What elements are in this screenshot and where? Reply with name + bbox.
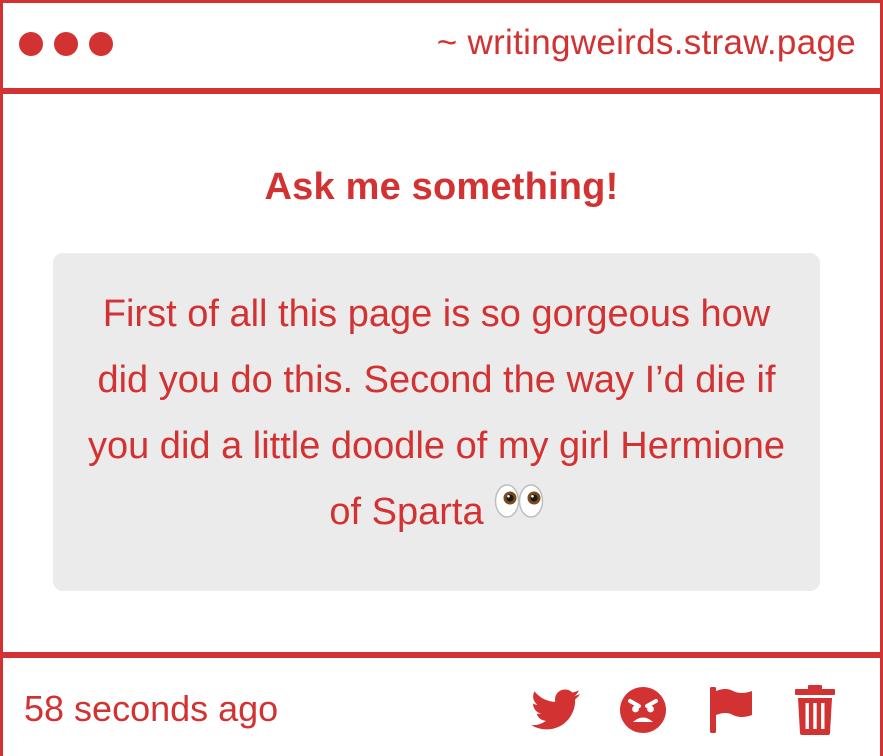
- main-content: Ask me something! First of all this page…: [3, 94, 880, 652]
- card-footer: 58 seconds ago: [3, 658, 880, 756]
- window-dots: [19, 32, 113, 56]
- question-body: First of all this page is so gorgeous ho…: [87, 293, 785, 533]
- trash-icon: [793, 684, 837, 736]
- window-dot: [19, 32, 43, 56]
- window-dot: [54, 32, 78, 56]
- twitter-icon: [531, 689, 581, 731]
- block-button[interactable]: [617, 684, 669, 736]
- delete-button[interactable]: [789, 684, 841, 736]
- eyes-emoji-icon: [494, 475, 544, 541]
- question-text: First of all this page is so gorgeous ho…: [79, 281, 794, 547]
- ask-card: ~ writingweirds.straw.page Ask me someth…: [0, 0, 883, 756]
- question-box: First of all this page is so gorgeous ho…: [53, 253, 820, 591]
- page-title: Ask me something!: [264, 166, 619, 208]
- window-dot: [89, 32, 113, 56]
- angry-face-icon: [619, 686, 667, 734]
- flag-icon: [706, 685, 756, 735]
- twitter-share-button[interactable]: [530, 684, 582, 736]
- timestamp: 58 seconds ago: [24, 688, 279, 729]
- report-button[interactable]: [705, 684, 757, 736]
- site-url[interactable]: ~ writingweirds.straw.page: [437, 23, 856, 63]
- window-bar: ~ writingweirds.straw.page: [3, 3, 880, 87]
